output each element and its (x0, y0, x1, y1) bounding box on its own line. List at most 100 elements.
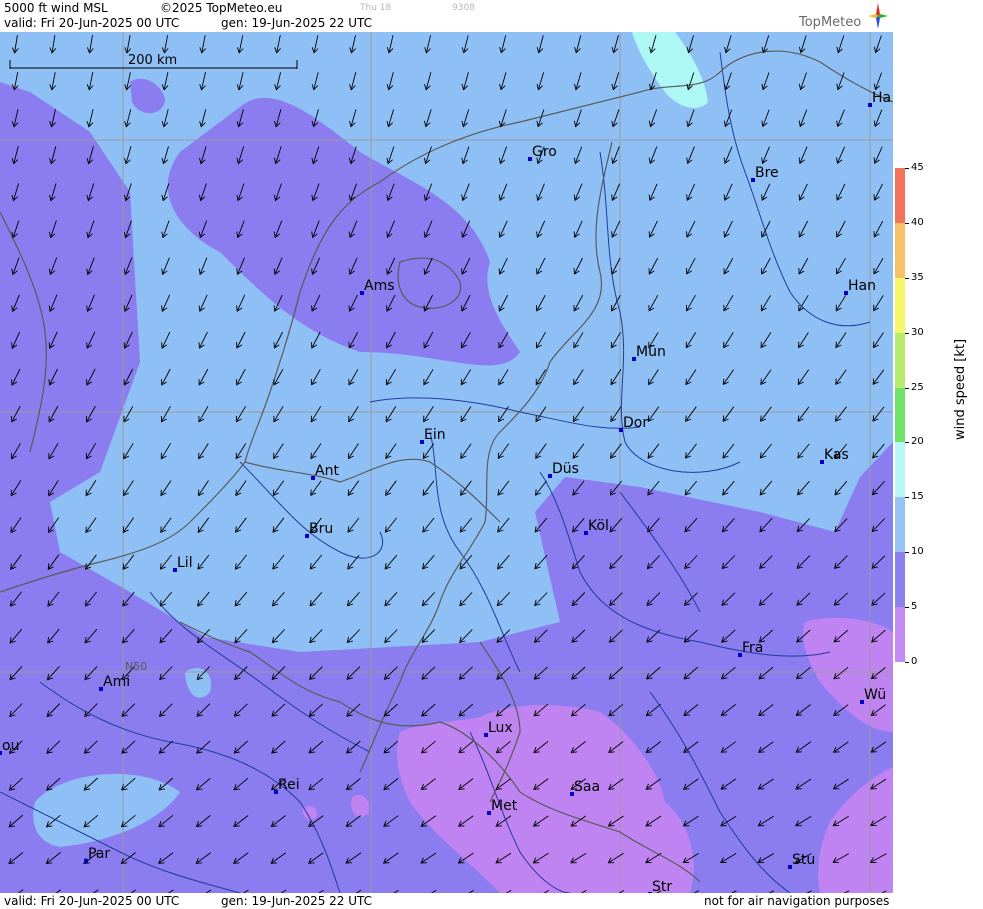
city-saa[interactable]: Saa (570, 779, 600, 796)
wind-arrow (685, 369, 697, 386)
city-mün[interactable]: Mün (632, 344, 666, 361)
wind-arrow (160, 405, 171, 423)
wind-arrow (461, 146, 470, 165)
wind-arrow (873, 72, 883, 91)
wind-arrow (384, 629, 398, 644)
city-ou[interactable]: ou (0, 738, 19, 755)
faint-number-text: 9308 (452, 3, 475, 13)
wind-arrow (311, 35, 319, 54)
wind-arrow (85, 517, 97, 534)
wind-arrow (611, 35, 619, 54)
wind-map[interactable]: 200 km N50 Ha Gro Bre Ams Han Mün Dor Ein Kas Ant… (0, 32, 893, 893)
wind-arrow (648, 146, 658, 165)
wind-arrow (573, 257, 583, 275)
wind-arrow (235, 406, 246, 423)
city-gro[interactable]: Gro (528, 144, 557, 161)
city-wü[interactable]: Wü (860, 687, 886, 704)
city-bre[interactable]: Bre (751, 165, 779, 182)
city-par[interactable]: Par (84, 846, 110, 863)
wind-arrow (459, 629, 473, 644)
city-kas[interactable]: Kas (820, 447, 849, 464)
wind-arrow (836, 220, 846, 238)
legend-tick-mark (905, 277, 909, 279)
wind-arrow (272, 554, 285, 570)
wind-arrow (535, 406, 547, 423)
wind-arrow (574, 72, 582, 91)
city-ami[interactable]: Ami (99, 674, 130, 691)
wind-arrow (234, 628, 248, 644)
city-lil[interactable]: Lil (173, 555, 193, 572)
wind-arrow (424, 72, 432, 91)
legend-band (895, 277, 905, 333)
wind-arrow (310, 368, 321, 386)
wind-arrow (685, 406, 697, 423)
city-düs[interactable]: Düs (548, 461, 579, 478)
wind-arrow (309, 591, 323, 607)
wind-arrow (498, 220, 508, 238)
legend-tick-mark (905, 442, 909, 444)
city-lux[interactable]: Lux (484, 720, 513, 737)
wind-arrow (386, 35, 394, 54)
wind-arrow (159, 554, 172, 570)
city-stu[interactable]: Stu (788, 852, 815, 869)
legend-tick-label: 35 (911, 271, 924, 283)
city-ant[interactable]: Ant (311, 463, 339, 480)
wind-arrow (309, 554, 323, 570)
wind-arrow (574, 35, 582, 54)
wind-arrow (346, 591, 360, 607)
city-met[interactable]: Met (487, 798, 518, 815)
city-str[interactable]: Str (648, 879, 672, 893)
wind-arrow (647, 406, 660, 423)
city-köl[interactable]: Köl (584, 518, 609, 535)
city-rei[interactable]: Rei (274, 777, 300, 794)
legend-band (895, 168, 905, 223)
city-label: Ams (364, 278, 395, 294)
wind-arrow (161, 72, 169, 91)
wind-arrow (86, 35, 94, 54)
scale-label: 200 km (128, 53, 177, 68)
wind-arrow (422, 480, 435, 496)
wind-arrow (85, 554, 97, 570)
copyright-text: ©2025 TopMeteo.eu (160, 1, 283, 15)
wind-arrow (722, 443, 735, 459)
legend-tick-label: 15 (911, 491, 924, 503)
wind-arrow (498, 257, 508, 275)
wind-arrow (723, 257, 734, 275)
city-ha[interactable]: Ha (868, 90, 891, 107)
city-ams[interactable]: Ams (360, 278, 395, 295)
city-fra[interactable]: Fra (738, 640, 763, 657)
wind-arrow (834, 480, 848, 496)
wind-arrow (271, 629, 285, 644)
wind-arrow (611, 72, 620, 91)
city-ein[interactable]: Ein (420, 427, 446, 444)
wind-arrow (798, 257, 809, 275)
city-han[interactable]: Han (844, 278, 876, 295)
wind-arrow (648, 109, 658, 128)
wind-arrow (536, 35, 544, 54)
wind-arrow (610, 332, 621, 349)
legend-band (895, 222, 905, 278)
wind-arrow (722, 369, 734, 386)
wind-arrow (610, 369, 622, 386)
city-bru[interactable]: Bru (305, 521, 333, 538)
wind-arrow (684, 480, 698, 496)
wind-arrow (685, 332, 697, 349)
wind-arrow (346, 629, 361, 644)
disclaimer-text: not for air navigation purposes (704, 894, 890, 908)
wind-arrow (573, 146, 583, 165)
wind-arrow (160, 443, 172, 460)
wind-arrow (124, 72, 131, 91)
legend-tick-label: 30 (911, 326, 924, 338)
wind-arrow (386, 146, 395, 165)
wind-arrow (798, 220, 809, 238)
wind-arrow (723, 146, 733, 165)
legend-tick-mark (905, 222, 909, 224)
city-label: Kas (824, 447, 849, 463)
city-label: Str (652, 879, 672, 893)
wind-arrow (461, 109, 470, 128)
wind-arrow (421, 592, 435, 607)
wind-arrow (461, 35, 469, 54)
wind-arrow (272, 517, 285, 533)
wind-arrow (198, 480, 209, 497)
city-dor[interactable]: Dor (619, 415, 648, 432)
